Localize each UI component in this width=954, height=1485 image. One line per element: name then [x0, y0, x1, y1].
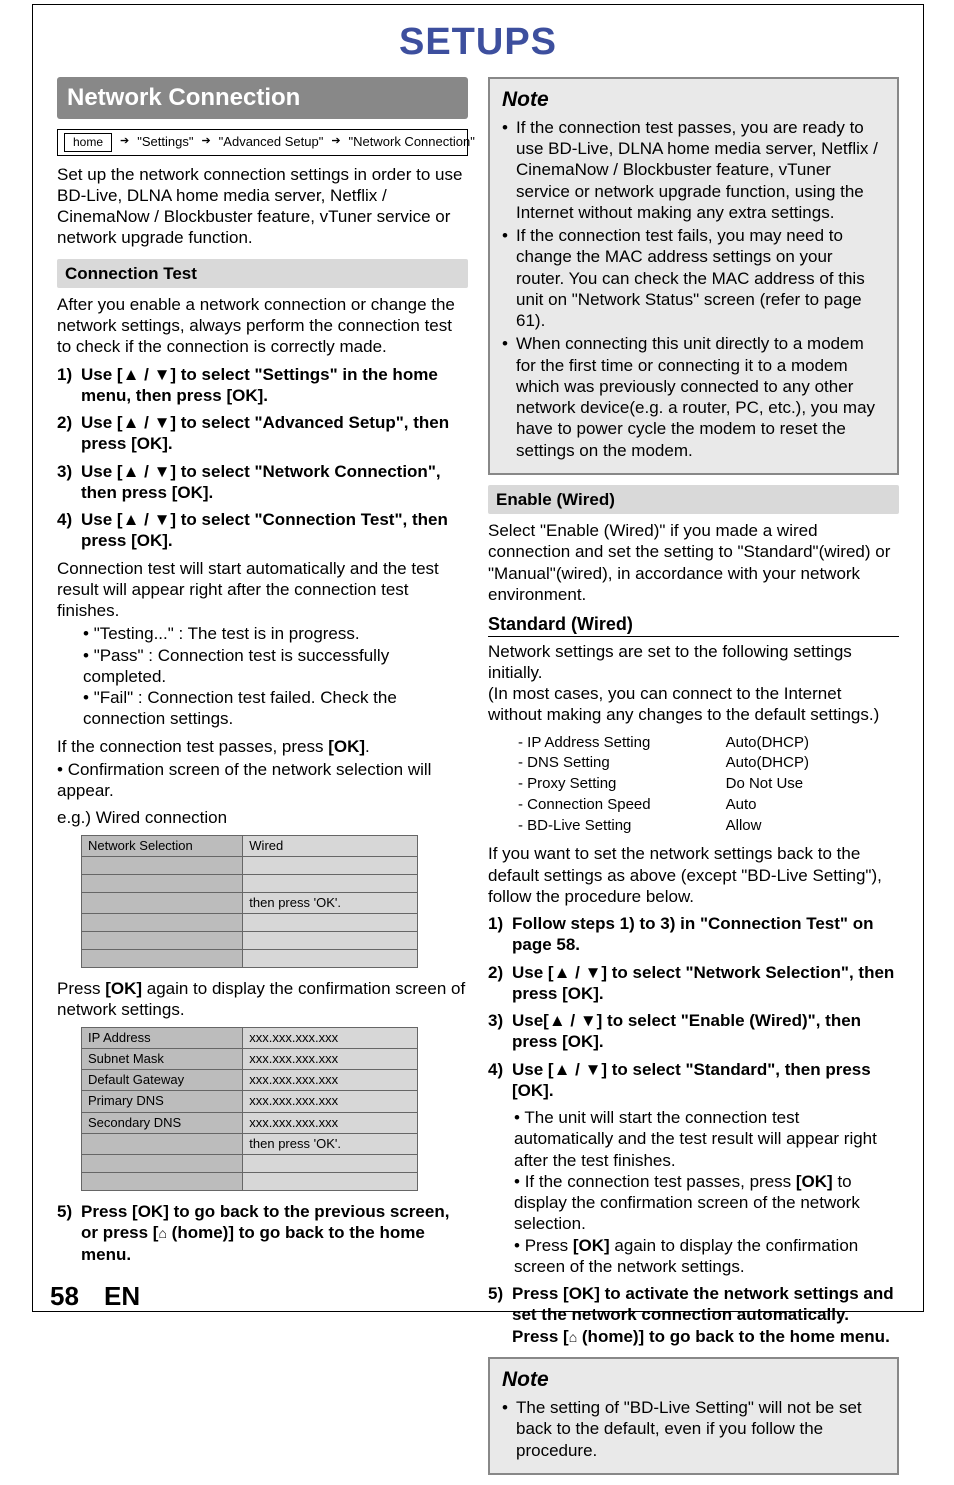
enable-intro: Select "Enable (Wired)" if you made a wi… [488, 520, 899, 605]
note1-list: If the connection test passes, you are r… [502, 117, 885, 461]
home-icon [158, 1223, 166, 1242]
test-result-list: "Testing..." : The test is in progress. … [57, 623, 468, 729]
standard-intro2: (In most cases, you can connect to the I… [488, 683, 899, 726]
result-fail: "Fail" : Connection test failed. Check t… [83, 687, 468, 730]
subheading-enable-wired: Enable (Wired) [488, 485, 899, 514]
enable-step1: Follow steps 1) to 3) in "Connection Tes… [512, 913, 899, 956]
ip-settings-table: IP Addressxxx.xxx.xxx.xxx Subnet Maskxxx… [81, 1027, 418, 1192]
standard-intro1: Network settings are set to the followin… [488, 641, 899, 684]
page-title: SETUPS [57, 19, 899, 67]
breadcrumb-home: home [64, 133, 112, 152]
note-box-1: Note If the connection test passes, you … [488, 77, 899, 475]
step4-bullet-b: If the connection test passes, press [OK… [514, 1171, 899, 1235]
step-5: Press [OK] to go back to the previous sc… [81, 1201, 468, 1265]
confirm-bullet: Confirmation screen of the network selec… [57, 759, 468, 802]
step5-list: 5)Press [OK] to go back to the previous … [57, 1201, 468, 1265]
breadcrumb-level3: "Network Connection" [349, 134, 475, 150]
result-pass: "Pass" : Connection test is successfully… [83, 645, 468, 688]
note1-item2: If the connection test fails, you may ne… [516, 225, 885, 331]
connection-test-intro: After you enable a network connection or… [57, 294, 468, 358]
confirm-text: Confirmation screen of the network selec… [57, 759, 468, 802]
breadcrumb-level2: "Advanced Setup" [219, 134, 324, 150]
arrow-icon: ➔ [120, 135, 129, 149]
section-heading: Network Connection [57, 77, 468, 119]
reset-instruction: If you want to set the network settings … [488, 843, 899, 907]
pass-instruction: If the connection test passes, press [OK… [57, 736, 468, 757]
step4-sub-bullets: The unit will start the connection test … [488, 1107, 899, 1277]
after-step4: Connection test will start automatically… [57, 558, 468, 622]
enable-step5-list: 5) Press [OK] to activate the network se… [488, 1283, 899, 1347]
note2-title: Note [502, 1367, 885, 1393]
left-column: Network Connection home ➔ "Settings" ➔ "… [57, 77, 468, 1485]
step-3: Use [▲ / ▼] to select "Network Connectio… [81, 461, 468, 504]
example-label: e.g.) Wired connection [57, 807, 468, 828]
note-box-2: Note The setting of "BD-Live Setting" wi… [488, 1357, 899, 1475]
enable-steps: 1)Follow steps 1) to 3) in "Connection T… [488, 913, 899, 1101]
page-language: EN [104, 1280, 140, 1313]
breadcrumb: home ➔ "Settings" ➔ "Advanced Setup" ➔ "… [57, 129, 468, 156]
step-1: Use [▲ / ▼] to select "Settings" in the … [81, 364, 468, 407]
right-column: Note If the connection test passes, you … [488, 77, 899, 1485]
network-selection-table: Network SelectionWired then press 'OK'. [81, 835, 418, 969]
connection-test-steps: 1)Use [▲ / ▼] to select "Settings" in th… [57, 364, 468, 552]
note1-item1: If the connection test passes, you are r… [516, 117, 885, 223]
subheading-connection-test: Connection Test [57, 259, 468, 288]
note-title: Note [502, 87, 885, 113]
after-table1: Press [OK] again to display the confirma… [57, 978, 468, 1021]
result-testing: "Testing..." : The test is in progress. [83, 623, 468, 644]
note2-item1: The setting of "BD-Live Setting" will no… [516, 1397, 885, 1461]
step4-bullet-a: The unit will start the connection test … [514, 1107, 899, 1171]
step-4: Use [▲ / ▼] to select "Connection Test",… [81, 509, 468, 552]
note1-item3: When connecting this unit directly to a … [516, 333, 885, 461]
arrow-icon: ➔ [201, 135, 210, 149]
page-number: 58 [50, 1280, 79, 1313]
breadcrumb-level1: "Settings" [137, 134, 193, 150]
home-icon [569, 1327, 577, 1346]
two-column-layout: Network Connection home ➔ "Settings" ➔ "… [57, 77, 899, 1485]
arrow-icon: ➔ [331, 135, 340, 149]
intro-text: Set up the network connection settings i… [57, 164, 468, 249]
enable-step3: Use[▲ / ▼] to select "Enable (Wired)", t… [512, 1010, 899, 1053]
default-settings-table: IP Address SettingAuto(DHCP) DNS Setting… [512, 732, 857, 838]
step-2: Use [▲ / ▼] to select "Advanced Setup", … [81, 412, 468, 455]
enable-step4: Use [▲ / ▼] to select "Standard", then p… [512, 1059, 899, 1102]
note2-list: The setting of "BD-Live Setting" will no… [502, 1397, 885, 1461]
page-frame: SETUPS Network Connection home ➔ "Settin… [32, 4, 924, 1312]
step4-bullet-c: Press [OK] again to display the confirma… [514, 1235, 899, 1278]
standard-wired-heading: Standard (Wired) [488, 613, 899, 637]
enable-step5: Press [OK] to activate the network setti… [512, 1283, 899, 1347]
enable-step2: Use [▲ / ▼] to select "Network Selection… [512, 962, 899, 1005]
